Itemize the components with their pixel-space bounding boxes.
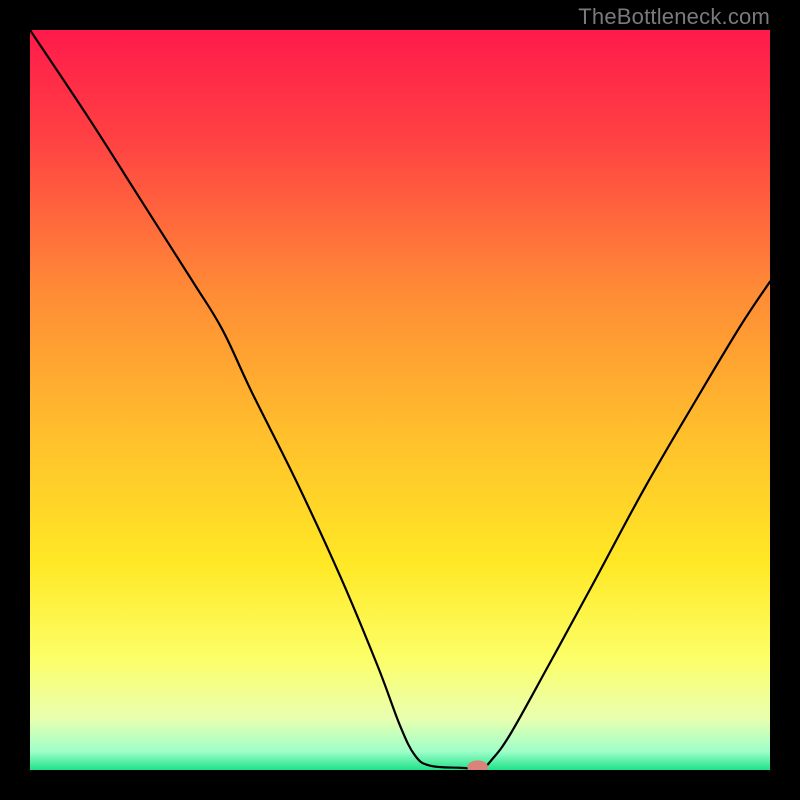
chart-frame: TheBottleneck.com xyxy=(0,0,800,800)
chart-svg xyxy=(30,30,770,770)
bottleneck-chart xyxy=(30,30,770,770)
watermark-text: TheBottleneck.com xyxy=(578,4,770,30)
chart-background xyxy=(30,30,770,770)
